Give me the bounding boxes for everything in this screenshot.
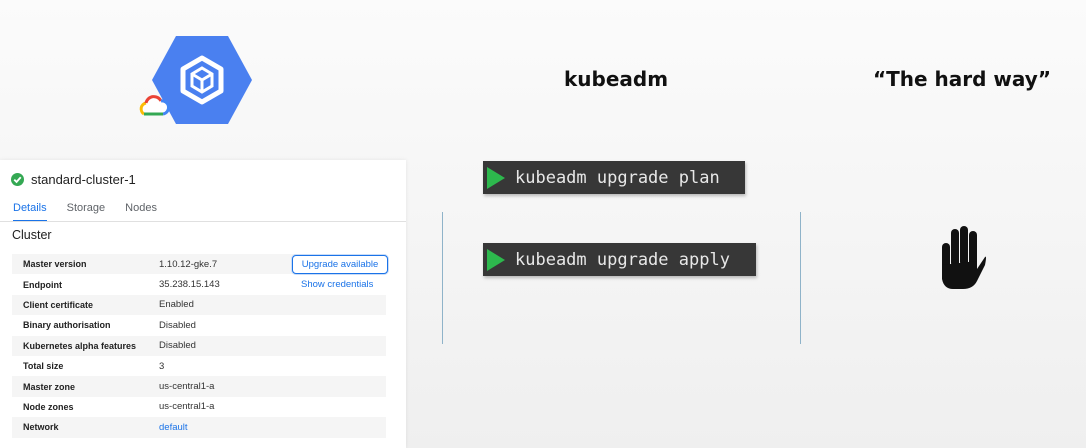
tab-storage[interactable]: Storage bbox=[67, 202, 106, 222]
tab-bar: Details Storage Nodes bbox=[13, 202, 177, 222]
divider-right bbox=[800, 212, 801, 344]
hand-stop-icon bbox=[937, 225, 987, 291]
hard-way-heading: “The hard way” bbox=[873, 67, 1051, 91]
upgrade-available-button[interactable]: Upgrade available bbox=[292, 255, 388, 274]
cluster-details-panel: standard-cluster-1 Details Storage Nodes… bbox=[0, 160, 406, 448]
cluster-name: standard-cluster-1 bbox=[31, 172, 136, 187]
table-row: Master version 1.10.12-gke.7 Upgrade ava… bbox=[12, 254, 388, 275]
row-key: Endpoint bbox=[23, 279, 62, 290]
tab-nodes[interactable]: Nodes bbox=[125, 202, 157, 222]
command-text: kubeadm upgrade plan bbox=[515, 167, 720, 188]
table-row: Master zone us-central1-a bbox=[12, 376, 386, 397]
cluster-header: standard-cluster-1 bbox=[11, 172, 136, 187]
row-key: Client certificate bbox=[23, 299, 94, 310]
play-icon bbox=[485, 243, 507, 276]
table-row: Network default bbox=[12, 417, 386, 438]
command-upgrade-plan: kubeadm upgrade plan bbox=[483, 161, 745, 194]
tab-details[interactable]: Details bbox=[13, 202, 47, 222]
row-value: 3 bbox=[159, 360, 165, 372]
section-title: Cluster bbox=[12, 228, 52, 242]
command-text: kubeadm upgrade apply bbox=[515, 249, 730, 270]
cluster-properties-table: Master version 1.10.12-gke.7 Upgrade ava… bbox=[12, 254, 388, 438]
kubeadm-heading: kubeadm bbox=[564, 67, 669, 91]
row-key: Master zone bbox=[23, 381, 76, 392]
tab-divider bbox=[0, 221, 406, 222]
check-circle-icon bbox=[11, 173, 24, 186]
row-value: 35.238.15.143 bbox=[159, 279, 220, 291]
table-row: Total size 3 bbox=[12, 356, 386, 376]
row-value: us-central1-a bbox=[159, 401, 215, 413]
row-value: Disabled bbox=[159, 319, 196, 331]
divider-left bbox=[442, 212, 443, 344]
table-row: Client certificate Enabled bbox=[12, 294, 386, 316]
row-value: 1.10.12-gke.7 bbox=[159, 258, 218, 270]
row-value: Enabled bbox=[159, 299, 194, 311]
row-key: Node zones bbox=[23, 401, 74, 412]
table-row: Kubernetes alpha features Disabled bbox=[12, 335, 386, 356]
play-icon bbox=[485, 161, 507, 194]
table-row: Endpoint 35.238.15.143 Show credentials bbox=[12, 274, 386, 294]
network-link[interactable]: default bbox=[159, 422, 188, 433]
gke-hexagon-icon bbox=[139, 36, 252, 124]
command-upgrade-apply: kubeadm upgrade apply bbox=[483, 243, 756, 276]
gke-logo bbox=[138, 34, 256, 126]
row-key: Master version bbox=[23, 259, 87, 270]
table-row: Node zones us-central1-a bbox=[12, 397, 386, 417]
table-row: Binary authorisation Disabled bbox=[12, 315, 386, 335]
row-key: Binary authorisation bbox=[23, 320, 111, 331]
show-credentials-link[interactable]: Show credentials bbox=[301, 279, 373, 290]
row-key: Total size bbox=[23, 361, 64, 372]
row-value: us-central1-a bbox=[159, 381, 215, 393]
row-key: Network bbox=[23, 422, 59, 433]
row-value: Disabled bbox=[159, 340, 196, 352]
row-key: Kubernetes alpha features bbox=[23, 340, 137, 351]
